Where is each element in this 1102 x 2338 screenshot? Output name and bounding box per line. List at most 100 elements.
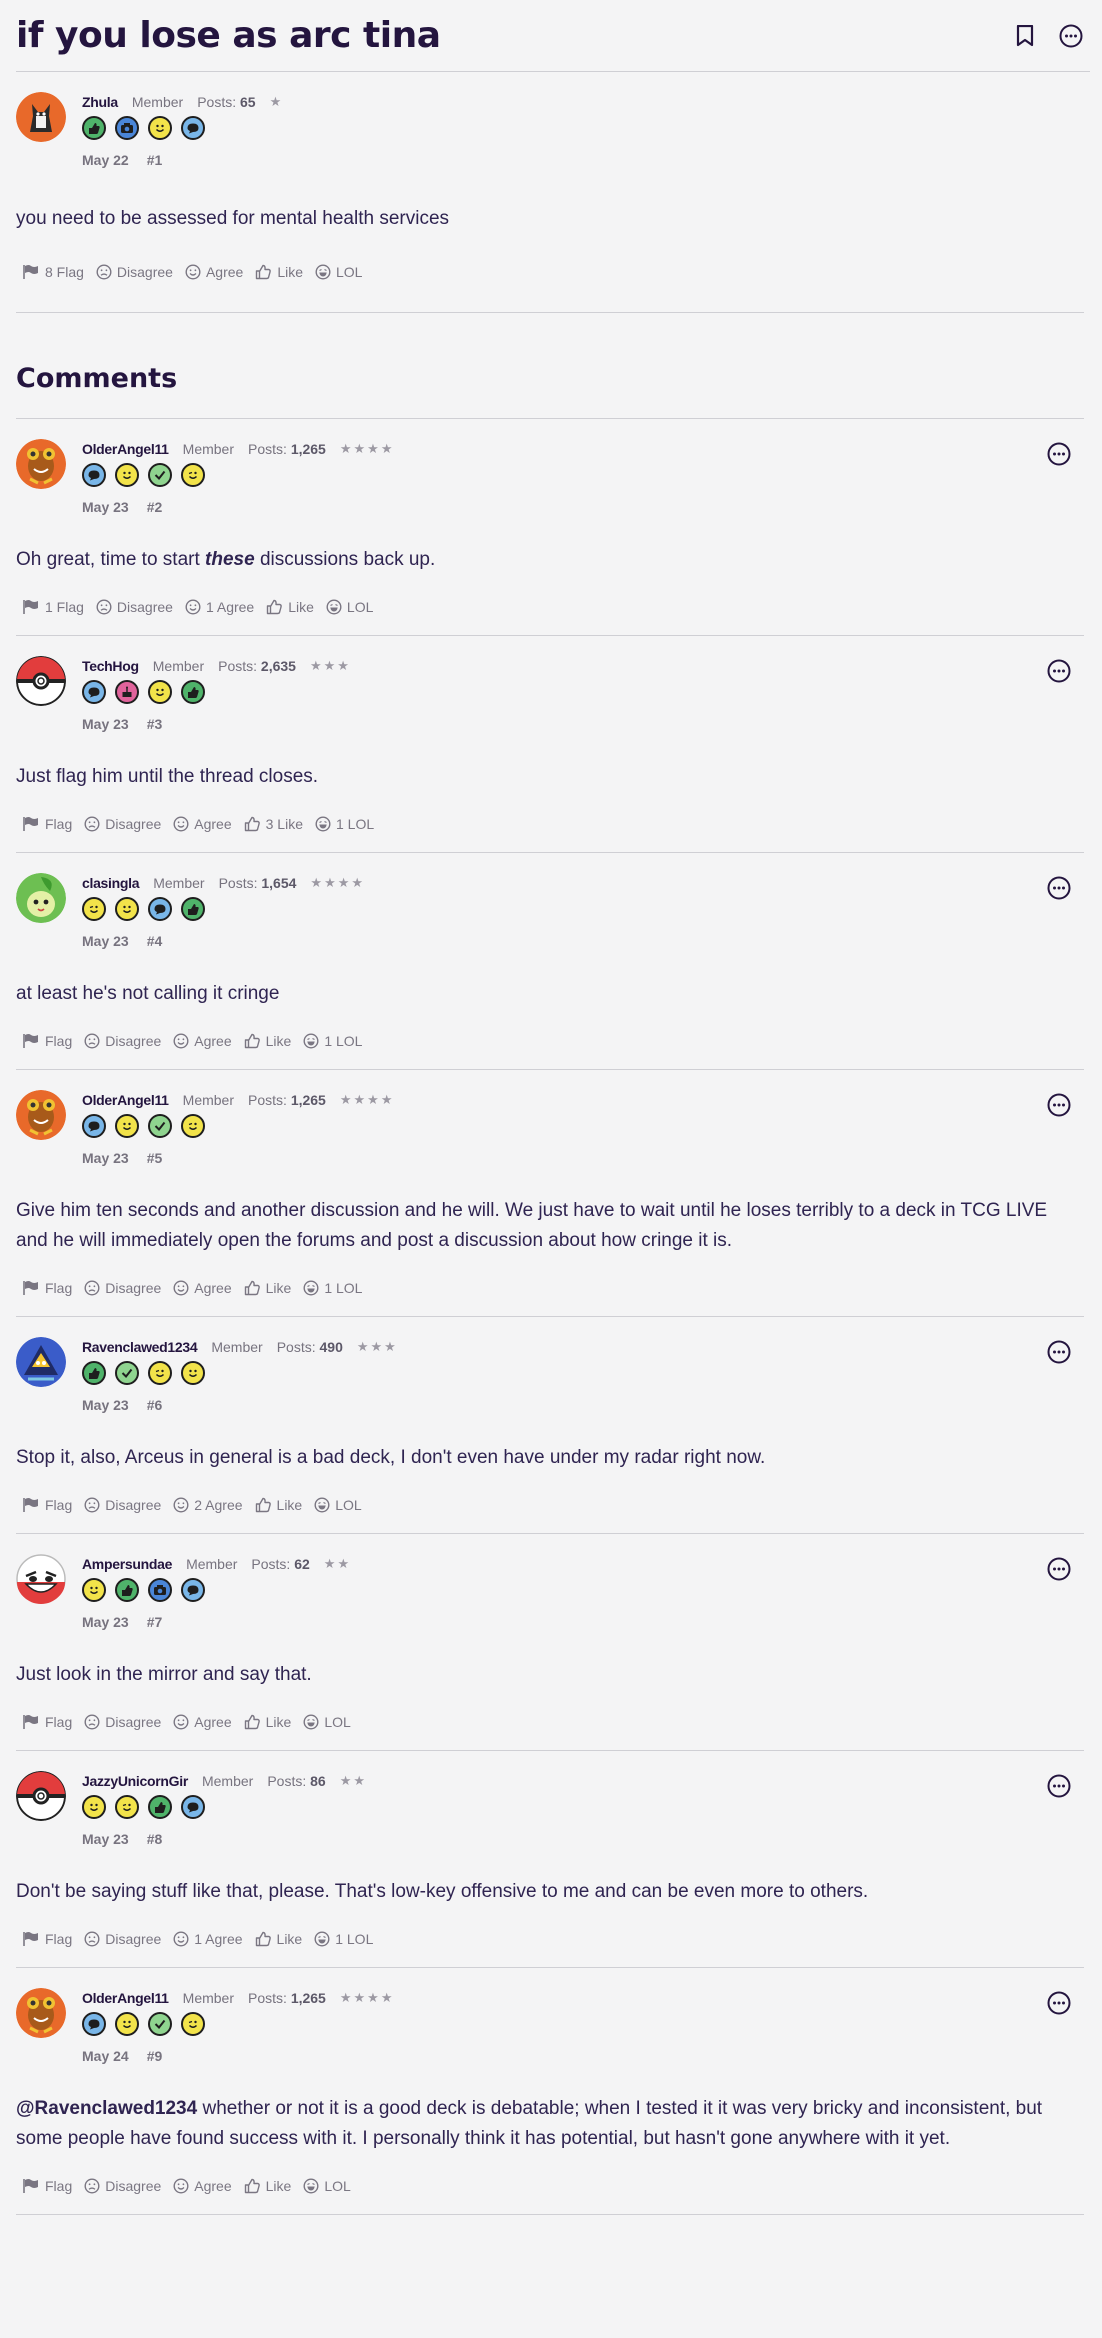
lol-button[interactable]: 1 LOL bbox=[314, 1931, 373, 1947]
lol-button[interactable]: LOL bbox=[303, 2178, 351, 2194]
like-button[interactable]: Like bbox=[255, 264, 303, 280]
photo-badge-icon[interactable] bbox=[115, 116, 139, 140]
smile-badge-icon[interactable] bbox=[82, 1578, 106, 1602]
agree-button[interactable]: Agree bbox=[173, 1280, 232, 1296]
post-more-icon[interactable] bbox=[1046, 658, 1072, 684]
post-number[interactable]: #4 bbox=[147, 933, 163, 949]
wink-badge-icon[interactable] bbox=[82, 897, 106, 921]
like-button[interactable]: Like bbox=[255, 1497, 302, 1513]
smile-badge-icon[interactable] bbox=[115, 2012, 139, 2036]
user-mention-link[interactable]: @Ravenclawed1234 bbox=[16, 2098, 197, 2119]
post-number[interactable]: #6 bbox=[147, 1397, 163, 1413]
post-number[interactable]: #1 bbox=[147, 152, 163, 168]
lol-button[interactable]: LOL bbox=[303, 1714, 351, 1730]
username-link[interactable]: TechHog bbox=[82, 658, 139, 674]
smile-badge-icon[interactable] bbox=[148, 116, 172, 140]
lol-button[interactable]: 1 LOL bbox=[303, 1280, 362, 1296]
like-button[interactable]: Like bbox=[244, 2178, 291, 2194]
avatar[interactable] bbox=[16, 439, 66, 489]
chat-badge-icon[interactable] bbox=[82, 463, 106, 487]
username-link[interactable]: OlderAngel11 bbox=[82, 1092, 169, 1108]
wink-badge-icon[interactable] bbox=[115, 1795, 139, 1819]
post-more-icon[interactable] bbox=[1046, 1339, 1072, 1365]
username-link[interactable]: JazzyUnicornGir bbox=[82, 1773, 188, 1789]
like-button[interactable]: Like bbox=[244, 1280, 291, 1296]
agree-button[interactable]: Agree bbox=[173, 1033, 232, 1049]
avatar[interactable] bbox=[16, 92, 66, 142]
flag-button[interactable]: Flag bbox=[22, 816, 72, 832]
post-date[interactable]: May 24 bbox=[82, 2048, 129, 2064]
username-link[interactable]: OlderAngel11 bbox=[82, 441, 169, 457]
avatar[interactable] bbox=[16, 1554, 66, 1604]
like-button[interactable]: Like bbox=[266, 599, 314, 615]
disagree-button[interactable]: Disagree bbox=[84, 1497, 161, 1513]
post-more-icon[interactable] bbox=[1046, 1556, 1072, 1582]
flag-button[interactable]: Flag bbox=[22, 2178, 72, 2194]
agree-button[interactable]: Agree bbox=[173, 816, 232, 832]
disagree-button[interactable]: Disagree bbox=[96, 264, 173, 280]
disagree-button[interactable]: Disagree bbox=[96, 599, 173, 615]
disagree-button[interactable]: Disagree bbox=[84, 1280, 161, 1296]
wink-badge-icon[interactable] bbox=[181, 2012, 205, 2036]
post-more-icon[interactable] bbox=[1046, 875, 1072, 901]
avatar[interactable] bbox=[16, 1090, 66, 1140]
post-date[interactable]: May 22 bbox=[82, 152, 129, 168]
smile-badge-icon[interactable] bbox=[181, 1361, 205, 1385]
post-number[interactable]: #7 bbox=[147, 1614, 163, 1630]
smile-badge-icon[interactable] bbox=[115, 897, 139, 921]
like-button[interactable]: 3 Like bbox=[244, 816, 303, 832]
smile-badge-icon[interactable] bbox=[82, 1795, 106, 1819]
like-badge-icon[interactable] bbox=[115, 1578, 139, 1602]
check-badge-icon[interactable] bbox=[115, 1361, 139, 1385]
agree-button[interactable]: 1 Agree bbox=[185, 599, 254, 615]
flag-button[interactable]: Flag bbox=[22, 1497, 72, 1513]
post-more-icon[interactable] bbox=[1046, 441, 1072, 467]
chat-badge-icon[interactable] bbox=[148, 897, 172, 921]
lol-button[interactable]: LOL bbox=[315, 264, 362, 280]
post-date[interactable]: May 23 bbox=[82, 1614, 129, 1630]
flag-button[interactable]: 8 Flag bbox=[22, 264, 84, 280]
wink-badge-icon[interactable] bbox=[148, 1361, 172, 1385]
disagree-button[interactable]: Disagree bbox=[84, 1931, 161, 1947]
disagree-button[interactable]: Disagree bbox=[84, 1033, 161, 1049]
flag-button[interactable]: Flag bbox=[22, 1714, 72, 1730]
avatar[interactable] bbox=[16, 1988, 66, 2038]
more-icon[interactable] bbox=[1058, 23, 1084, 49]
post-number[interactable]: #2 bbox=[147, 499, 163, 515]
smile-badge-icon[interactable] bbox=[115, 463, 139, 487]
disagree-button[interactable]: Disagree bbox=[84, 816, 161, 832]
photo-badge-icon[interactable] bbox=[148, 1578, 172, 1602]
chat-badge-icon[interactable] bbox=[82, 680, 106, 704]
check-badge-icon[interactable] bbox=[148, 463, 172, 487]
smile-badge-icon[interactable] bbox=[115, 1114, 139, 1138]
like-badge-icon[interactable] bbox=[181, 680, 205, 704]
check-badge-icon[interactable] bbox=[148, 2012, 172, 2036]
flag-button[interactable]: Flag bbox=[22, 1280, 72, 1296]
post-number[interactable]: #3 bbox=[147, 716, 163, 732]
agree-button[interactable]: Agree bbox=[173, 1714, 232, 1730]
avatar[interactable] bbox=[16, 873, 66, 923]
check-badge-icon[interactable] bbox=[148, 1114, 172, 1138]
avatar[interactable] bbox=[16, 656, 66, 706]
flag-button[interactable]: 1 Flag bbox=[22, 599, 84, 615]
chat-badge-icon[interactable] bbox=[82, 2012, 106, 2036]
lol-button[interactable]: 1 LOL bbox=[315, 816, 374, 832]
post-number[interactable]: #5 bbox=[147, 1150, 163, 1166]
smile-badge-icon[interactable] bbox=[148, 680, 172, 704]
lol-button[interactable]: 1 LOL bbox=[303, 1033, 362, 1049]
agree-button[interactable]: Agree bbox=[173, 2178, 232, 2194]
chat-badge-icon[interactable] bbox=[181, 1795, 205, 1819]
post-more-icon[interactable] bbox=[1046, 1990, 1072, 2016]
username-link[interactable]: Ravenclawed1234 bbox=[82, 1339, 198, 1355]
post-date[interactable]: May 23 bbox=[82, 933, 129, 949]
post-date[interactable]: May 23 bbox=[82, 499, 129, 515]
chat-badge-icon[interactable] bbox=[181, 116, 205, 140]
lol-button[interactable]: LOL bbox=[314, 1497, 362, 1513]
wink-badge-icon[interactable] bbox=[181, 463, 205, 487]
like-badge-icon[interactable] bbox=[181, 897, 205, 921]
post-date[interactable]: May 23 bbox=[82, 1150, 129, 1166]
avatar[interactable] bbox=[16, 1771, 66, 1821]
like-button[interactable]: Like bbox=[244, 1714, 291, 1730]
flag-button[interactable]: Flag bbox=[22, 1931, 72, 1947]
like-badge-icon[interactable] bbox=[82, 116, 106, 140]
